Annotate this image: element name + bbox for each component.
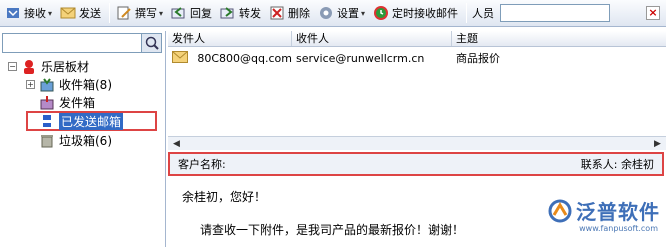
compose-button[interactable]: 撰写 ▾ (113, 2, 166, 24)
trash-icon (39, 133, 55, 149)
cell-from: 80C800@qq.com (168, 50, 292, 66)
inbox-icon (39, 77, 55, 93)
brand-name: 泛普软件 (576, 200, 660, 224)
forward-icon (220, 5, 236, 21)
expand-icon[interactable]: + (26, 80, 35, 89)
cell-to: service@runwellcrm.cn (296, 51, 425, 65)
chevron-down-icon[interactable]: ▾ (361, 9, 365, 18)
toolbar: 接收 ▾ 发送 撰写 ▾ 回复 转发 删除 设置 ▾ 定时接收邮件 人员 × (0, 0, 666, 27)
close-icon[interactable]: × (646, 6, 660, 20)
cell-from-text: 80C800@qq.com (197, 51, 292, 65)
send-button[interactable]: 发送 (57, 2, 104, 24)
tree-label-sent: 已发送邮箱 (59, 112, 124, 130)
collapse-icon[interactable]: − (8, 62, 17, 71)
clock-icon (373, 5, 389, 21)
outbox-icon (39, 95, 55, 111)
tree-node-outbox[interactable]: 发件箱 (39, 94, 95, 111)
receive-icon (5, 5, 21, 21)
column-header-to[interactable]: 收件人 (292, 31, 452, 46)
brand-url: www.fanpusoft.com (579, 224, 658, 233)
brand-logo-icon (548, 199, 572, 223)
person-input[interactable] (500, 4, 611, 22)
mail-list: 发件人 收件人 主题 80C800@qq.com service@runwell… (168, 31, 666, 151)
folder-pane: − 乐居板材 + 收件箱(8) 发件箱 已发送邮箱 垃圾箱(6) (0, 31, 166, 247)
tree-node-inbox[interactable]: + 收件箱(8) (26, 76, 112, 93)
contact-label: 联系人: 余桂初 (580, 158, 654, 171)
delete-icon (269, 5, 285, 21)
tree-label-root: 乐居板材 (41, 60, 90, 74)
gear-icon (318, 5, 334, 21)
envelope-icon (172, 50, 189, 66)
tree-node-root[interactable]: − 乐居板材 (8, 58, 89, 75)
person-icon (21, 59, 37, 75)
chevron-down-icon[interactable]: ▾ (159, 9, 163, 18)
mail-detail-bar: 客户名称: 联系人: 余桂初 (168, 152, 664, 176)
delete-label: 删除 (288, 7, 311, 20)
toolbar-separator (466, 3, 468, 23)
settings-button[interactable]: 设置 ▾ (315, 2, 368, 24)
folder-search-input[interactable] (2, 33, 162, 53)
table-row[interactable]: 80C800@qq.com service@runwellcrm.cn 商品报价 (168, 47, 666, 69)
mail-text: 请查收一下附件，是我司产品的最新报价！谢谢！ (200, 223, 465, 237)
tree-node-sent[interactable]: 已发送邮箱 (26, 111, 157, 131)
brand-watermark: 泛普软件 (548, 196, 660, 225)
compose-icon (116, 5, 132, 21)
customer-name-label: 客户名称: (178, 158, 226, 171)
search-icon (145, 36, 159, 50)
delete-button[interactable]: 删除 (266, 2, 313, 24)
receive-button[interactable]: 接收 ▾ (2, 2, 55, 24)
toolbar-separator (109, 3, 111, 23)
scheduled-receive-label: 定时接收邮件 (392, 7, 459, 20)
horizontal-scrollbar[interactable]: ◀ ▶ (168, 136, 666, 150)
chevron-down-icon[interactable]: ▾ (48, 9, 52, 18)
tree-node-trash[interactable]: 垃圾箱(6) (39, 132, 112, 149)
column-header-from[interactable]: 发件人 (168, 31, 292, 46)
send-label: 发送 (79, 7, 102, 20)
settings-label: 设置 (337, 7, 360, 20)
column-header-subject[interactable]: 主题 (452, 31, 666, 46)
forward-label: 转发 (239, 7, 262, 20)
search-button[interactable] (141, 34, 161, 52)
receive-label: 接收 (24, 7, 46, 20)
tree-label-trash: 垃圾箱(6) (59, 134, 112, 148)
scroll-right-icon[interactable]: ▶ (651, 138, 664, 150)
cell-subject: 商品报价 (456, 52, 500, 65)
mail-list-header: 发件人 收件人 主题 (168, 31, 666, 47)
reply-icon (171, 5, 187, 21)
reply-button[interactable]: 回复 (168, 2, 215, 24)
mail-greeting: 余桂初，您好！ (182, 190, 267, 204)
tree-label-outbox: 发件箱 (59, 96, 96, 110)
sent-icon (39, 113, 55, 129)
tree-label-inbox: 收件箱(8) (59, 78, 112, 92)
person-label: 人员 (472, 7, 495, 20)
mail-body: 余桂初，您好！ 请查收一下附件，是我司产品的最新报价！谢谢！ 泛普软件 www.… (168, 178, 666, 247)
reply-label: 回复 (190, 7, 213, 20)
scroll-left-icon[interactable]: ◀ (170, 138, 183, 150)
scheduled-receive-button[interactable]: 定时接收邮件 (370, 2, 461, 24)
forward-button[interactable]: 转发 (217, 2, 264, 24)
envelope-icon (60, 5, 76, 21)
compose-label: 撰写 (135, 7, 158, 20)
